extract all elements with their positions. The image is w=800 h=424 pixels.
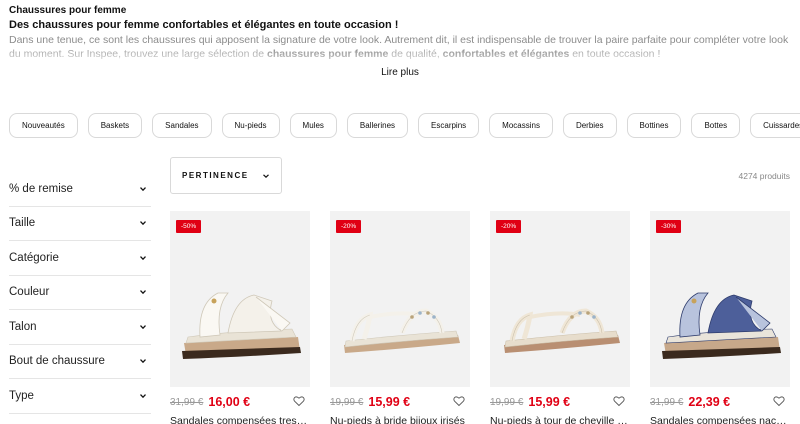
price-row: 19,99 € 15,99 € — [490, 394, 630, 410]
sort-dropdown[interactable]: PERTINENCE — [170, 157, 282, 194]
price-row: 31,99 € 22,39 € — [650, 394, 790, 410]
filter-label: Type — [9, 389, 34, 402]
filters-sidebar: % de remise Taille Catégorie Couleur Talon Bo… — [9, 172, 151, 414]
chip-nouveaut-s[interactable]: Nouveautés — [9, 113, 78, 138]
filter-taille[interactable]: Taille — [9, 207, 151, 241]
shoe-illustration — [504, 308, 620, 353]
read-more-link[interactable]: Lire plus — [0, 67, 800, 78]
chevron-down-icon — [140, 290, 146, 295]
filter-talon[interactable]: Talon — [9, 310, 151, 345]
discount-badge: -20% — [336, 220, 362, 233]
chip-mules[interactable]: Mules — [289, 113, 337, 138]
intro-section: Chaussures pour femme Des chaussures pou… — [9, 4, 800, 61]
chip-cuissardes[interactable]: Cuissardes — [750, 113, 800, 138]
filter-label: Bout de chaussure — [9, 355, 105, 368]
category-headline: Des chaussures pour femme confortables e… — [9, 19, 399, 31]
original-price: 19,99 € — [330, 396, 364, 408]
product-card[interactable]: -20% 19,99 € 15,99 € Nu-pieds à tour de … — [490, 211, 630, 424]
filter-type[interactable]: Type — [9, 379, 151, 414]
chip-ballerines[interactable]: Ballerines — [346, 113, 409, 138]
product-image[interactable]: -50% — [170, 211, 310, 387]
chevron-down-icon — [140, 393, 146, 398]
product-grid: -50% 31,99 € 16,00 € Sandales compensées… — [170, 211, 790, 424]
chevron-down-icon — [140, 186, 146, 191]
original-price: 19,99 € — [490, 396, 524, 408]
original-price: 31,99 € — [650, 396, 684, 408]
filter-label: % de remise — [9, 182, 73, 195]
heart-icon[interactable] — [613, 395, 625, 407]
product-name[interactable]: Nu-pieds à bride bijoux irisés — [330, 415, 470, 424]
category-chips: Nouveautés Baskets Sandales Nu-pieds Mules Ba… — [9, 113, 800, 138]
chevron-down-icon — [140, 221, 146, 226]
chip-nu-pieds[interactable]: Nu-pieds — [221, 113, 280, 138]
original-price: 31,99 € — [170, 396, 204, 408]
product-card[interactable]: -30% 31,99 € 22,39 € Sandales compensées… — [650, 211, 790, 424]
discount-badge: -50% — [176, 220, 202, 233]
product-image[interactable]: -20% — [490, 211, 630, 387]
shoe-illustration — [662, 292, 781, 359]
heart-icon[interactable] — [453, 395, 465, 407]
product-image[interactable]: -20% — [330, 211, 470, 387]
filter-de-remise[interactable]: % de remise — [9, 172, 151, 207]
filter-categorie[interactable]: Catégorie — [9, 241, 151, 276]
product-name[interactable]: Nu-pieds à tour de cheville élastique — [490, 415, 630, 424]
category-title: Chaussures pour femme — [9, 5, 127, 16]
product-card[interactable]: -20% 19,99 € 15,99 € Nu-pieds à bride bi… — [330, 211, 470, 424]
chip-bottes[interactable]: Bottes — [691, 113, 741, 138]
chip-mocassins[interactable]: Mocassins — [489, 113, 553, 138]
discount-badge: -30% — [656, 220, 682, 233]
filter-bout-de-chaussure[interactable]: Bout de chaussure — [9, 345, 151, 379]
price-row: 19,99 € 15,99 € — [330, 394, 470, 410]
sale-price: 16,00 € — [208, 395, 251, 409]
filter-label: Couleur — [9, 286, 50, 299]
filter-label: Talon — [9, 320, 37, 333]
sale-price: 15,99 € — [528, 395, 571, 409]
heart-icon[interactable] — [293, 395, 305, 407]
sale-price: 15,99 € — [368, 395, 411, 409]
product-name[interactable]: Sandales compensées tressées — [170, 415, 310, 424]
price-row: 31,99 € 16,00 € — [170, 394, 310, 410]
filter-label: Taille — [9, 217, 36, 230]
product-card[interactable]: -50% 31,99 € 16,00 € Sandales compensées… — [170, 211, 310, 424]
product-image[interactable]: -30% — [650, 211, 790, 387]
product-count: 4274 produits — [738, 171, 790, 181]
chevron-down-icon — [263, 173, 269, 178]
chip-sandales[interactable]: Sandales — [152, 113, 212, 138]
sale-price: 22,39 € — [688, 395, 731, 409]
category-description: Dans une tenue, ce sont les chaussures q… — [9, 34, 789, 60]
chevron-down-icon — [140, 324, 146, 329]
filter-couleur[interactable]: Couleur — [9, 276, 151, 310]
product-name[interactable]: Sandales compensées nacrées — [650, 415, 790, 424]
shoe-illustration — [182, 292, 301, 359]
chip-bottines[interactable]: Bottines — [626, 113, 682, 138]
sort-label: PERTINENCE — [182, 171, 249, 180]
filter-label: Catégorie — [9, 251, 59, 264]
chip-baskets[interactable]: Baskets — [87, 113, 143, 138]
shoe-illustration — [344, 308, 460, 353]
chevron-down-icon — [140, 359, 146, 364]
chevron-down-icon — [140, 255, 146, 260]
chip-escarpins[interactable]: Escarpins — [418, 113, 480, 138]
heart-icon[interactable] — [773, 395, 785, 407]
chip-derbies[interactable]: Derbies — [562, 113, 617, 138]
discount-badge: -20% — [496, 220, 522, 233]
